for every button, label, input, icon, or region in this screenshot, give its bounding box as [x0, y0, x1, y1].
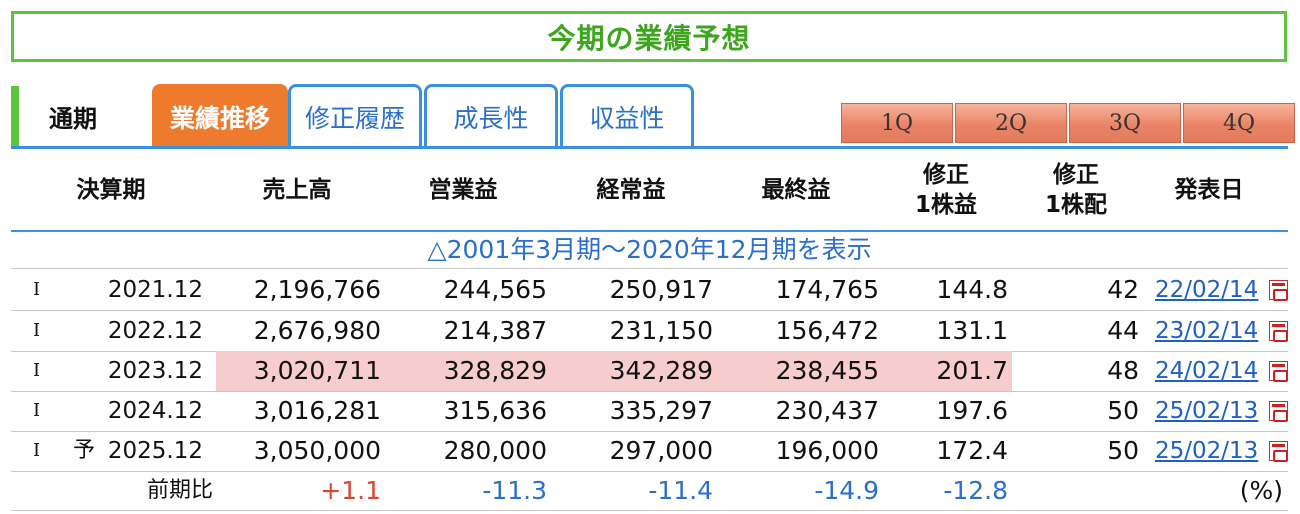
forecast-mark [73, 391, 97, 431]
row-ordinary-profit: 342,289 [609, 356, 713, 385]
row-sales: 2,196,766 [253, 275, 381, 304]
row-operating-profit: 280,000 [443, 436, 547, 465]
row-period: 2023.12 [107, 358, 203, 384]
pdf-icon[interactable] [1269, 280, 1288, 301]
row-net-profit: 156,472 [775, 316, 879, 345]
row-ordinary-profit: 297,000 [609, 436, 713, 465]
row-divider [11, 268, 1288, 269]
row-period: 2025.12 [107, 438, 203, 464]
row-announce-date-link[interactable]: 25/02/13 [1155, 391, 1258, 431]
show-past-periods-link[interactable]: △2001年3月期～2020年12月期を表示 [11, 231, 1288, 268]
row-operating-profit: 244,565 [443, 275, 547, 304]
row-period: 2024.12 [107, 398, 203, 424]
tab-annual[interactable]: 通期 [11, 86, 149, 146]
header-eps-line1: 修正 [923, 162, 969, 188]
row-operating-profit: 214,387 [443, 316, 547, 345]
row-eps: 172.4 [936, 436, 1008, 465]
table-row: I 2022.12 2,676,980 214,387 231,150 156,… [11, 311, 1288, 351]
header-dividend-line1: 修正 [1053, 162, 1099, 188]
row-period: 2021.12 [107, 277, 203, 303]
row-net-profit: 238,455 [775, 356, 879, 385]
forecast-mark [73, 351, 97, 391]
row-mark: I [33, 320, 41, 341]
row-sales: 2,676,980 [253, 316, 381, 345]
row-announce-date-link[interactable]: 22/02/14 [1155, 270, 1258, 310]
table-header: 決算期 売上高 営業益 経常益 最終益 修正 1株益 修正 1株配 発表日 [11, 150, 1288, 230]
section-title: 今期の業績予想 [547, 21, 751, 55]
header-operating-profit: 営業益 [428, 177, 498, 203]
header-period: 決算期 [76, 177, 146, 203]
header-dividend-line2: 1株配 [1044, 192, 1107, 218]
row-ordinary-profit: 250,917 [609, 275, 713, 304]
row-net-profit: 196,000 [775, 436, 879, 465]
row-net-profit: 230,437 [775, 396, 879, 425]
row-dividend: 42 [1107, 275, 1139, 304]
yoy-label: 前期比 [146, 478, 213, 503]
pdf-icon[interactable] [1269, 361, 1288, 382]
row-mark: I [33, 440, 41, 461]
row-sales: 3,016,281 [253, 396, 381, 425]
yoy-eps: -12.8 [943, 476, 1008, 505]
row-operating-profit: 315,636 [443, 396, 547, 425]
row-operating-profit: 328,829 [443, 356, 547, 385]
yoy-ordinary-profit: -11.4 [648, 476, 713, 505]
header-eps-line2: 1株益 [914, 192, 977, 218]
table-row-forecast: I 予 2025.12 3,050,000 280,000 297,000 19… [11, 431, 1288, 471]
quarter-button-2q[interactable]: 2Q [955, 103, 1067, 143]
row-mark: I [33, 400, 41, 421]
row-mark: I [33, 360, 41, 381]
table-bottom-rule [11, 510, 1288, 511]
row-dividend: 50 [1107, 436, 1139, 465]
pdf-icon[interactable] [1269, 441, 1288, 462]
tab-growth[interactable]: 成長性 [424, 84, 558, 147]
section-title-box: 今期の業績予想 [11, 11, 1287, 62]
quarter-button-1q[interactable]: 1Q [841, 103, 953, 143]
row-dividend: 44 [1107, 316, 1139, 345]
header-ordinary-profit: 経常益 [596, 177, 666, 203]
row-announce-date-link[interactable]: 23/02/14 [1155, 311, 1258, 351]
yoy-operating-profit: -11.3 [482, 476, 547, 505]
header-announce-date: 発表日 [1174, 177, 1244, 203]
table-row: I 2024.12 3,016,281 315,636 335,297 230,… [11, 391, 1288, 431]
pdf-icon[interactable] [1269, 321, 1288, 342]
forecast-mark: 予 [73, 438, 96, 463]
forecast-mark [73, 311, 97, 351]
forecast-mark [73, 270, 97, 310]
row-period: 2022.12 [107, 318, 203, 344]
row-sales: 3,020,711 [253, 356, 381, 385]
row-announce-date-link[interactable]: 24/02/14 [1155, 351, 1258, 391]
row-ordinary-profit: 231,150 [609, 316, 713, 345]
table-row: I 2021.12 2,196,766 244,565 250,917 174,… [11, 270, 1288, 310]
row-sales: 3,050,000 [253, 436, 381, 465]
yoy-unit: (%) [1239, 476, 1283, 505]
quarter-button-3q[interactable]: 3Q [1069, 103, 1181, 143]
header-net-profit: 最終益 [761, 177, 831, 203]
yoy-net-profit: -14.9 [814, 476, 879, 505]
yoy-sales: +1.1 [320, 476, 381, 505]
row-eps: 144.8 [936, 275, 1008, 304]
row-dividend: 48 [1107, 356, 1139, 385]
tab-bar-underline [11, 146, 1288, 149]
tab-bar: 通期 業績推移 修正履歴 成長性 収益性 1Q 2Q 3Q 4Q [11, 84, 1295, 149]
header-sales: 売上高 [262, 177, 332, 203]
row-eps: 131.1 [936, 316, 1008, 345]
pdf-icon[interactable] [1269, 401, 1288, 422]
row-eps: 197.6 [936, 396, 1008, 425]
row-ordinary-profit: 335,297 [609, 396, 713, 425]
row-eps: 201.7 [936, 356, 1008, 385]
tab-performance-trend[interactable]: 業績推移 [152, 84, 288, 147]
tab-profitability[interactable]: 収益性 [560, 84, 694, 147]
row-net-profit: 174,765 [775, 275, 879, 304]
tab-revision-history[interactable]: 修正履歴 [288, 84, 422, 147]
quarter-buttons: 1Q 2Q 3Q 4Q [841, 103, 1297, 143]
row-mark: I [33, 279, 41, 300]
quarter-button-4q[interactable]: 4Q [1183, 103, 1295, 143]
row-announce-date-link[interactable]: 25/02/13 [1155, 431, 1258, 471]
row-dividend: 50 [1107, 396, 1139, 425]
yoy-ratio-row: 前期比 +1.1 -11.3 -11.4 -14.9 -12.8 (%) [11, 471, 1288, 511]
table-row-highlighted: I 2023.12 3,020,711 328,829 342,289 238,… [11, 351, 1288, 391]
